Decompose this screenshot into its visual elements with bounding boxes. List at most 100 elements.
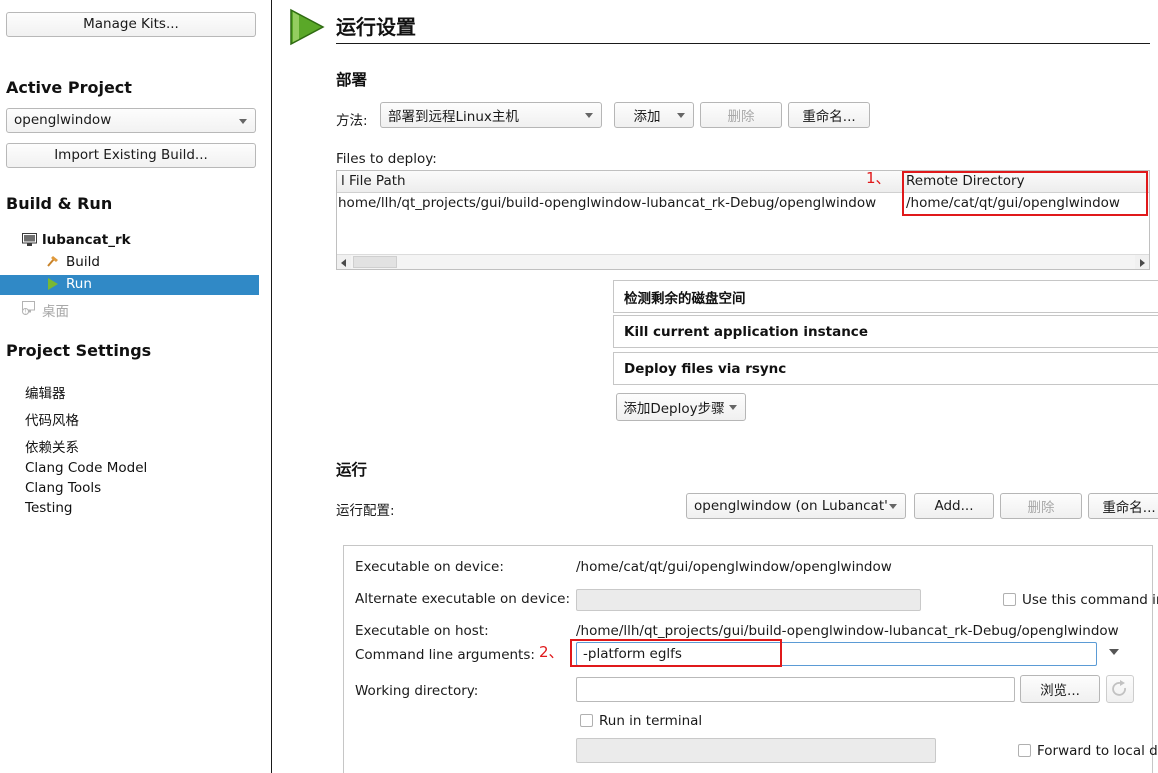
run-configuration-label: 运行配置: xyxy=(336,503,395,519)
cell-remote-directory: /home/cat/qt/gui/openglwindow xyxy=(906,195,1120,211)
sidebar-item-run[interactable]: Run xyxy=(0,275,259,295)
table-header-row: l File Path Remote Directory xyxy=(337,171,1149,193)
rename-deploy-config-label: 重命名... xyxy=(802,109,856,125)
scrollbar-thumb[interactable] xyxy=(353,256,397,268)
deploy-step-row[interactable]: Kill current application instance xyxy=(613,315,1158,348)
deploy-step-title: 检测剩余的磁盘空间 xyxy=(624,290,746,307)
table-row[interactable]: home/llh/qt_projects/gui/build-openglwin… xyxy=(337,195,1149,215)
scroll-right-icon[interactable] xyxy=(1135,255,1149,269)
build-run-heading: Build & Run xyxy=(6,194,113,213)
checkbox-label: Use this command instead xyxy=(1022,592,1158,608)
manage-kits-button[interactable]: Manage Kits... xyxy=(6,12,256,37)
cell-local-file-path: home/llh/qt_projects/gui/build-openglwin… xyxy=(338,195,877,211)
sidebar-item-build[interactable]: Build xyxy=(0,253,259,273)
monitor-icon xyxy=(22,233,37,251)
sidebar-item-editor[interactable]: 编辑器 xyxy=(25,382,66,402)
browse-button[interactable]: 浏览... xyxy=(1020,675,1100,703)
command-line-arguments-label: Command line arguments: xyxy=(355,647,535,663)
rename-run-config-label: 重命名... xyxy=(1102,500,1156,516)
main-content: 运行设置 部署 方法: 部署到远程Linux主机 添加 删除 重命名... Fi… xyxy=(273,0,1158,773)
add-deploy-step-label: 添加Deploy步骤 xyxy=(623,401,725,417)
run-settings-panel: Executable on device: /home/cat/qt/gui/o… xyxy=(343,545,1158,773)
run-section-title: 运行 xyxy=(336,461,368,479)
import-existing-build-button[interactable]: Import Existing Build... xyxy=(6,143,256,168)
executable-on-host-label: Executable on host: xyxy=(355,623,489,639)
delete-run-config-button[interactable]: 删除 xyxy=(1000,493,1082,519)
alternate-executable-input[interactable] xyxy=(576,589,921,611)
add-run-config-button[interactable]: Add... xyxy=(914,493,994,519)
column-separator xyxy=(902,171,903,193)
add-run-config-label: Add... xyxy=(934,498,974,514)
checkbox-label: Run in terminal xyxy=(599,713,703,729)
qt-creator-project-settings-window: Manage Kits... Active Project openglwind… xyxy=(0,0,1158,773)
executable-on-host-value: /home/llh/qt_projects/gui/build-openglwi… xyxy=(576,623,1119,639)
deployment-section-title: 部署 xyxy=(336,71,368,89)
rename-deploy-config-button[interactable]: 重命名... xyxy=(788,102,870,128)
deployment-method-combo[interactable]: 部署到远程Linux主机 xyxy=(380,102,602,128)
checkbox-label: Forward to local display xyxy=(1037,743,1158,759)
sidebar-item-label: Run xyxy=(66,276,92,292)
chevron-down-icon xyxy=(729,405,737,410)
deploy-step-title: Kill current application instance xyxy=(624,323,868,340)
sidebar-item-label: lubancat_rk xyxy=(42,232,131,248)
browse-label: 浏览... xyxy=(1040,683,1080,699)
deployment-method-value: 部署到远程Linux主机 xyxy=(388,109,519,125)
deploy-step-row[interactable]: 检测剩余的磁盘空间 详情 xyxy=(613,280,1158,313)
add-deploy-step-button[interactable]: 添加Deploy步骤 xyxy=(616,393,746,421)
sidebar-item-clang-code-model[interactable]: Clang Code Model xyxy=(25,460,147,476)
sidebar-item-testing[interactable]: Testing xyxy=(25,500,72,516)
svg-text:!: ! xyxy=(24,309,26,315)
forward-display-input[interactable] xyxy=(576,738,936,763)
sidebar-item-label: Build xyxy=(66,254,100,270)
play-icon xyxy=(47,277,59,295)
title-divider xyxy=(336,43,1150,44)
chevron-down-icon xyxy=(677,113,685,118)
command-line-arguments-dropdown-icon[interactable] xyxy=(1109,649,1119,655)
reset-icon xyxy=(1112,680,1126,696)
project-settings-heading: Project Settings xyxy=(6,341,152,360)
checkbox-box xyxy=(580,714,593,727)
sidebar-item-lubancat-rk[interactable]: lubancat_rk xyxy=(0,231,259,251)
executable-on-device-value: /home/cat/qt/gui/openglwindow/openglwind… xyxy=(576,559,892,575)
add-deploy-config-button[interactable]: 添加 xyxy=(614,102,694,128)
method-label: 方法: xyxy=(336,113,368,129)
column-header-remote-directory[interactable]: Remote Directory xyxy=(906,173,1025,189)
scroll-left-icon[interactable] xyxy=(337,255,351,269)
alternate-executable-label: Alternate executable on device: xyxy=(355,591,571,607)
command-line-arguments-value: -platform eglfs xyxy=(583,646,682,662)
monitor-warning-icon: ! xyxy=(22,301,37,319)
run-configuration-combo[interactable]: openglwindow (on Lubancat' xyxy=(686,493,906,519)
deploy-step-row[interactable]: Deploy files via rsync 详情 xyxy=(613,352,1158,385)
working-directory-label: Working directory: xyxy=(355,683,479,699)
sidebar-item-desktop[interactable]: ! 桌面 xyxy=(0,299,259,320)
checkbox-box xyxy=(1018,744,1031,757)
run-configuration-value: openglwindow (on Lubancat' xyxy=(694,498,888,514)
sidebar-item-dependencies[interactable]: 依赖关系 xyxy=(25,436,79,456)
files-to-deploy-table[interactable]: l File Path Remote Directory home/llh/qt… xyxy=(336,170,1150,270)
delete-deploy-config-label: 删除 xyxy=(727,109,755,125)
reset-button[interactable] xyxy=(1106,675,1134,703)
add-deploy-config-label: 添加 xyxy=(633,109,661,125)
table-horizontal-scrollbar[interactable] xyxy=(337,254,1149,269)
command-line-arguments-input[interactable]: -platform eglfs xyxy=(576,642,1097,666)
active-project-heading: Active Project xyxy=(6,78,132,97)
column-header-local-file-path[interactable]: l File Path xyxy=(341,173,406,189)
files-to-deploy-label: Files to deploy: xyxy=(336,151,437,167)
sidebar: Manage Kits... Active Project openglwind… xyxy=(0,0,272,773)
delete-deploy-config-button[interactable]: 删除 xyxy=(700,102,782,128)
hammer-icon xyxy=(45,255,60,273)
deploy-step-title: Deploy files via rsync xyxy=(624,360,787,377)
sidebar-item-label: 桌面 xyxy=(42,304,69,320)
sidebar-item-code-style[interactable]: 代码风格 xyxy=(25,409,79,429)
active-project-combo[interactable]: openglwindow xyxy=(6,108,256,133)
sidebar-item-clang-tools[interactable]: Clang Tools xyxy=(25,480,101,496)
green-play-icon xyxy=(289,8,325,50)
checkbox-box xyxy=(1003,593,1016,606)
delete-run-config-label: 删除 xyxy=(1027,500,1055,516)
rename-run-config-button[interactable]: 重命名... xyxy=(1088,493,1158,519)
working-directory-input[interactable] xyxy=(576,677,1015,702)
executable-on-device-label: Executable on device: xyxy=(355,559,504,575)
active-project-combo-value: openglwindow xyxy=(14,112,112,128)
chevron-down-icon xyxy=(585,113,593,118)
chevron-down-icon xyxy=(239,118,247,124)
